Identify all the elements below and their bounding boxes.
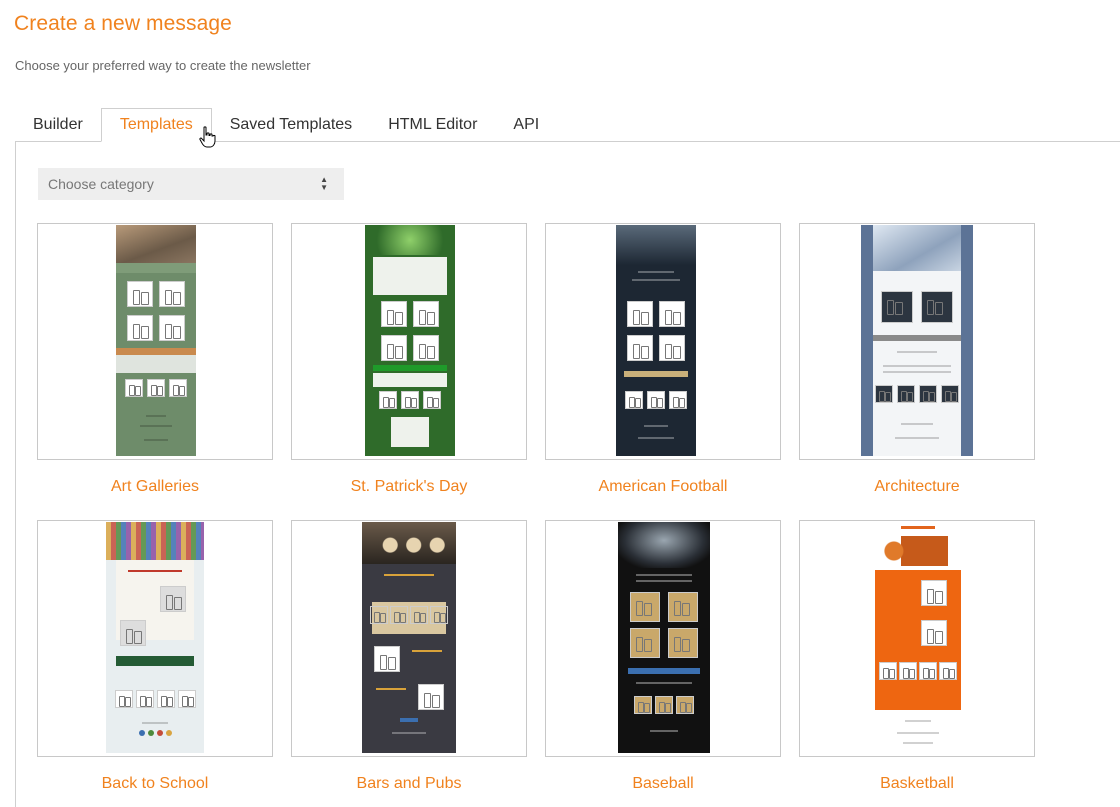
template-label-american-football[interactable]: American Football	[545, 478, 781, 496]
template-label-bars-and-pubs[interactable]: Bars and Pubs	[291, 775, 527, 793]
template-card-back-to-school[interactable]	[37, 520, 273, 757]
template-label-st-patricks-day[interactable]: St. Patrick's Day	[291, 478, 527, 496]
template-thumbnail	[365, 225, 455, 456]
category-select-placeholder: Choose category	[48, 176, 154, 192]
template-card-bars-and-pubs[interactable]	[291, 520, 527, 757]
creation-method-tabs: Builder Templates Saved Templates HTML E…	[15, 108, 558, 142]
template-card-art-galleries[interactable]	[37, 223, 273, 460]
tab-api[interactable]: API	[495, 108, 558, 142]
template-label-back-to-school[interactable]: Back to School	[37, 775, 273, 793]
select-arrows-icon: ▲ ▼	[320, 175, 328, 192]
template-thumbnail	[618, 522, 710, 753]
page-subtitle: Choose your preferred way to create the …	[15, 58, 311, 73]
template-thumbnail	[616, 225, 696, 456]
template-thumbnail	[875, 522, 961, 753]
template-label-architecture[interactable]: Architecture	[799, 478, 1035, 496]
hand-pointer-cursor-icon	[199, 126, 216, 148]
page-title: Create a new message	[14, 12, 232, 35]
template-label-baseball[interactable]: Baseball	[545, 775, 781, 793]
template-thumbnail	[106, 522, 204, 753]
category-select[interactable]: Choose category ▲ ▼	[38, 168, 344, 200]
template-card-basketball[interactable]	[799, 520, 1035, 757]
template-card-st-patricks-day[interactable]	[291, 223, 527, 460]
template-card-american-football[interactable]	[545, 223, 781, 460]
template-label-art-galleries[interactable]: Art Galleries	[37, 478, 273, 496]
tab-saved-templates[interactable]: Saved Templates	[211, 108, 371, 142]
template-thumbnail	[861, 225, 973, 456]
template-thumbnail	[362, 522, 456, 753]
tab-html-editor[interactable]: HTML Editor	[370, 108, 496, 142]
tab-builder[interactable]: Builder	[15, 108, 101, 142]
template-card-architecture[interactable]	[799, 223, 1035, 460]
template-label-basketball[interactable]: Basketball	[799, 775, 1035, 793]
template-card-baseball[interactable]	[545, 520, 781, 757]
tab-templates[interactable]: Templates	[100, 108, 212, 142]
template-thumbnail	[116, 225, 196, 456]
